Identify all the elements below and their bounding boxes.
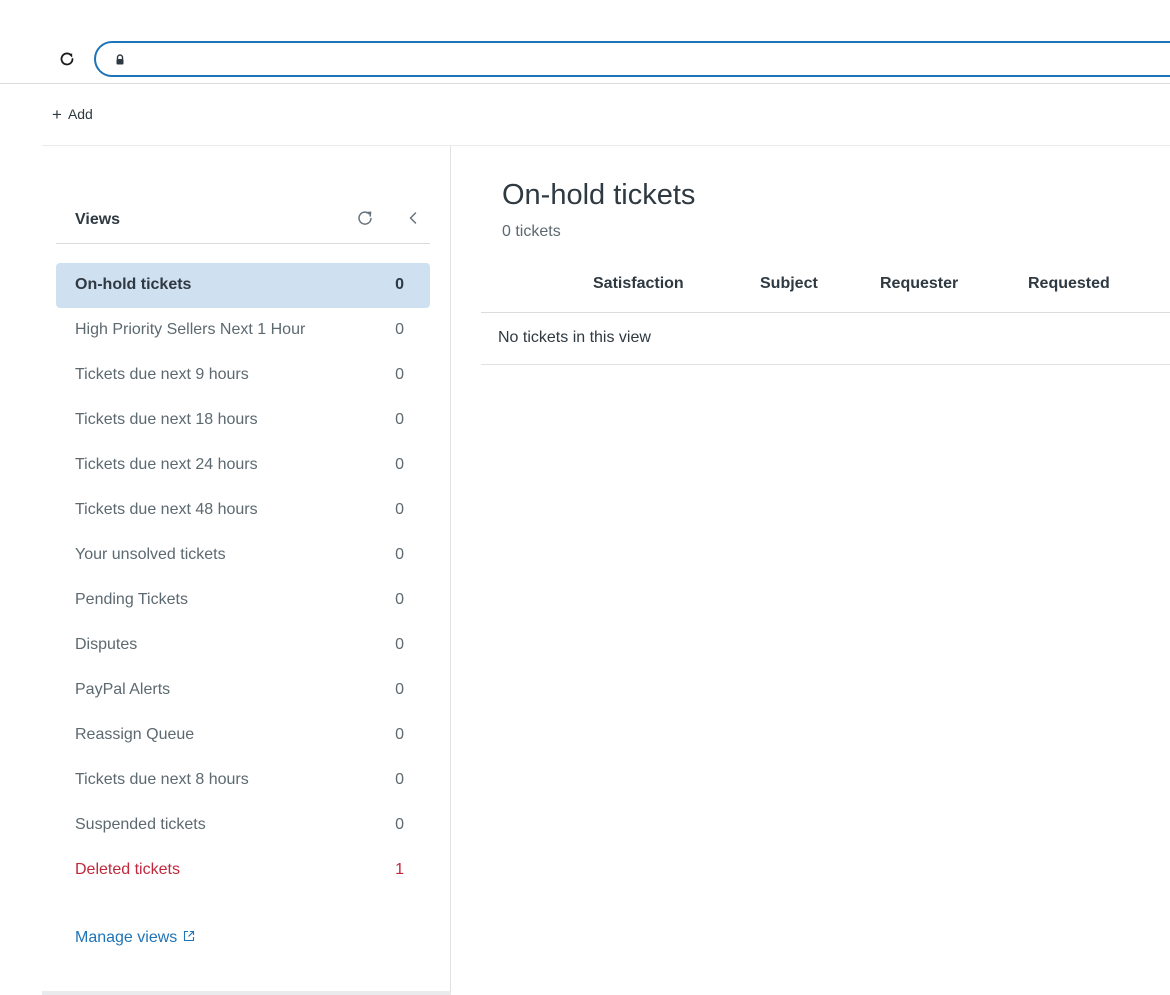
view-item-reassign-queue[interactable]: Reassign Queue 0 <box>56 713 430 758</box>
view-item-label: Reassign Queue <box>75 726 195 743</box>
ticket-count: 0 tickets <box>502 223 561 240</box>
view-item-due-18-hours[interactable]: Tickets due next 18 hours 0 <box>56 398 430 443</box>
view-item-label: Your unsolved tickets <box>75 546 226 563</box>
view-item-count: 0 <box>395 726 404 743</box>
view-item-label: Tickets due next 8 hours <box>75 771 249 788</box>
column-header-subject[interactable]: Subject <box>760 275 818 293</box>
view-item-count: 0 <box>395 816 404 833</box>
view-item-label: Suspended tickets <box>75 816 206 833</box>
app-container: Views On-hold tickets 0 High Priority Se… <box>42 145 1170 995</box>
reload-icon[interactable] <box>56 48 78 70</box>
external-link-icon <box>183 929 195 947</box>
view-item-label: Tickets due next 24 hours <box>75 456 258 473</box>
lock-icon <box>113 53 127 67</box>
view-item-paypal-alerts[interactable]: PayPal Alerts 0 <box>56 668 430 713</box>
view-item-label: Tickets due next 18 hours <box>75 411 258 428</box>
view-item-count: 0 <box>395 681 404 698</box>
view-item-label: PayPal Alerts <box>75 681 171 698</box>
plus-icon: + <box>52 104 62 124</box>
refresh-views-icon[interactable] <box>354 207 376 229</box>
collapse-panel-icon[interactable] <box>402 207 424 229</box>
view-item-count: 0 <box>395 546 404 563</box>
add-button[interactable]: + Add <box>52 104 93 124</box>
view-item-label: Tickets due next 9 hours <box>75 366 249 383</box>
view-item-label: Pending Tickets <box>75 591 188 608</box>
main-content: On-hold tickets 0 tickets Satisfaction S… <box>452 146 1170 995</box>
view-item-count: 1 <box>395 861 404 878</box>
views-panel: Views On-hold tickets 0 High Priority Se… <box>42 146 451 995</box>
views-title: Views <box>75 211 121 228</box>
table-header: Satisfaction Subject Requester Requested <box>481 261 1170 313</box>
view-item-count: 0 <box>395 771 404 788</box>
add-button-label: Add <box>67 106 93 122</box>
view-item-count: 0 <box>395 591 404 608</box>
view-item-disputes[interactable]: Disputes 0 <box>56 623 430 668</box>
view-item-deleted[interactable]: Deleted tickets 1 <box>56 848 430 893</box>
view-item-label: High Priority Sellers Next 1 Hour <box>75 321 306 338</box>
column-header-requested[interactable]: Requested <box>1028 275 1110 293</box>
view-item-on-hold-tickets[interactable]: On-hold tickets 0 <box>56 263 430 308</box>
manage-views-label: Manage views <box>75 929 178 946</box>
view-item-due-48-hours[interactable]: Tickets due next 48 hours 0 <box>56 488 430 533</box>
empty-state-message: No tickets in this view <box>498 329 651 346</box>
view-item-pending[interactable]: Pending Tickets 0 <box>56 578 430 623</box>
column-header-requester[interactable]: Requester <box>880 275 958 293</box>
view-item-count: 0 <box>395 411 404 428</box>
view-item-due-24-hours[interactable]: Tickets due next 24 hours 0 <box>56 443 430 488</box>
views-header: Views <box>56 196 430 244</box>
page-title: On-hold tickets <box>502 179 696 211</box>
view-item-due-9-hours[interactable]: Tickets due next 9 hours 0 <box>56 353 430 398</box>
view-item-high-priority-sellers[interactable]: High Priority Sellers Next 1 Hour 0 <box>56 308 430 353</box>
view-item-your-unsolved[interactable]: Your unsolved tickets 0 <box>56 533 430 578</box>
view-item-label: Disputes <box>75 636 138 653</box>
address-bar[interactable] <box>94 41 1170 77</box>
view-item-count: 0 <box>395 501 404 518</box>
view-item-count: 0 <box>395 366 404 383</box>
view-item-label: Deleted tickets <box>75 861 180 878</box>
view-list: On-hold tickets 0 High Priority Sellers … <box>56 263 430 893</box>
browser-toolbar <box>0 0 1170 84</box>
view-item-due-8-hours[interactable]: Tickets due next 8 hours 0 <box>56 758 430 803</box>
view-item-suspended[interactable]: Suspended tickets 0 <box>56 803 430 848</box>
view-item-count: 0 <box>395 321 404 338</box>
view-item-count: 0 <box>395 456 404 473</box>
view-item-count: 0 <box>395 636 404 653</box>
column-header-satisfaction[interactable]: Satisfaction <box>593 275 684 293</box>
view-item-label: On-hold tickets <box>75 276 192 293</box>
manage-views-link[interactable]: Manage views <box>75 929 195 947</box>
view-item-label: Tickets due next 48 hours <box>75 501 258 518</box>
view-item-count: 0 <box>395 276 404 293</box>
empty-state-row: No tickets in this view <box>481 313 1170 365</box>
